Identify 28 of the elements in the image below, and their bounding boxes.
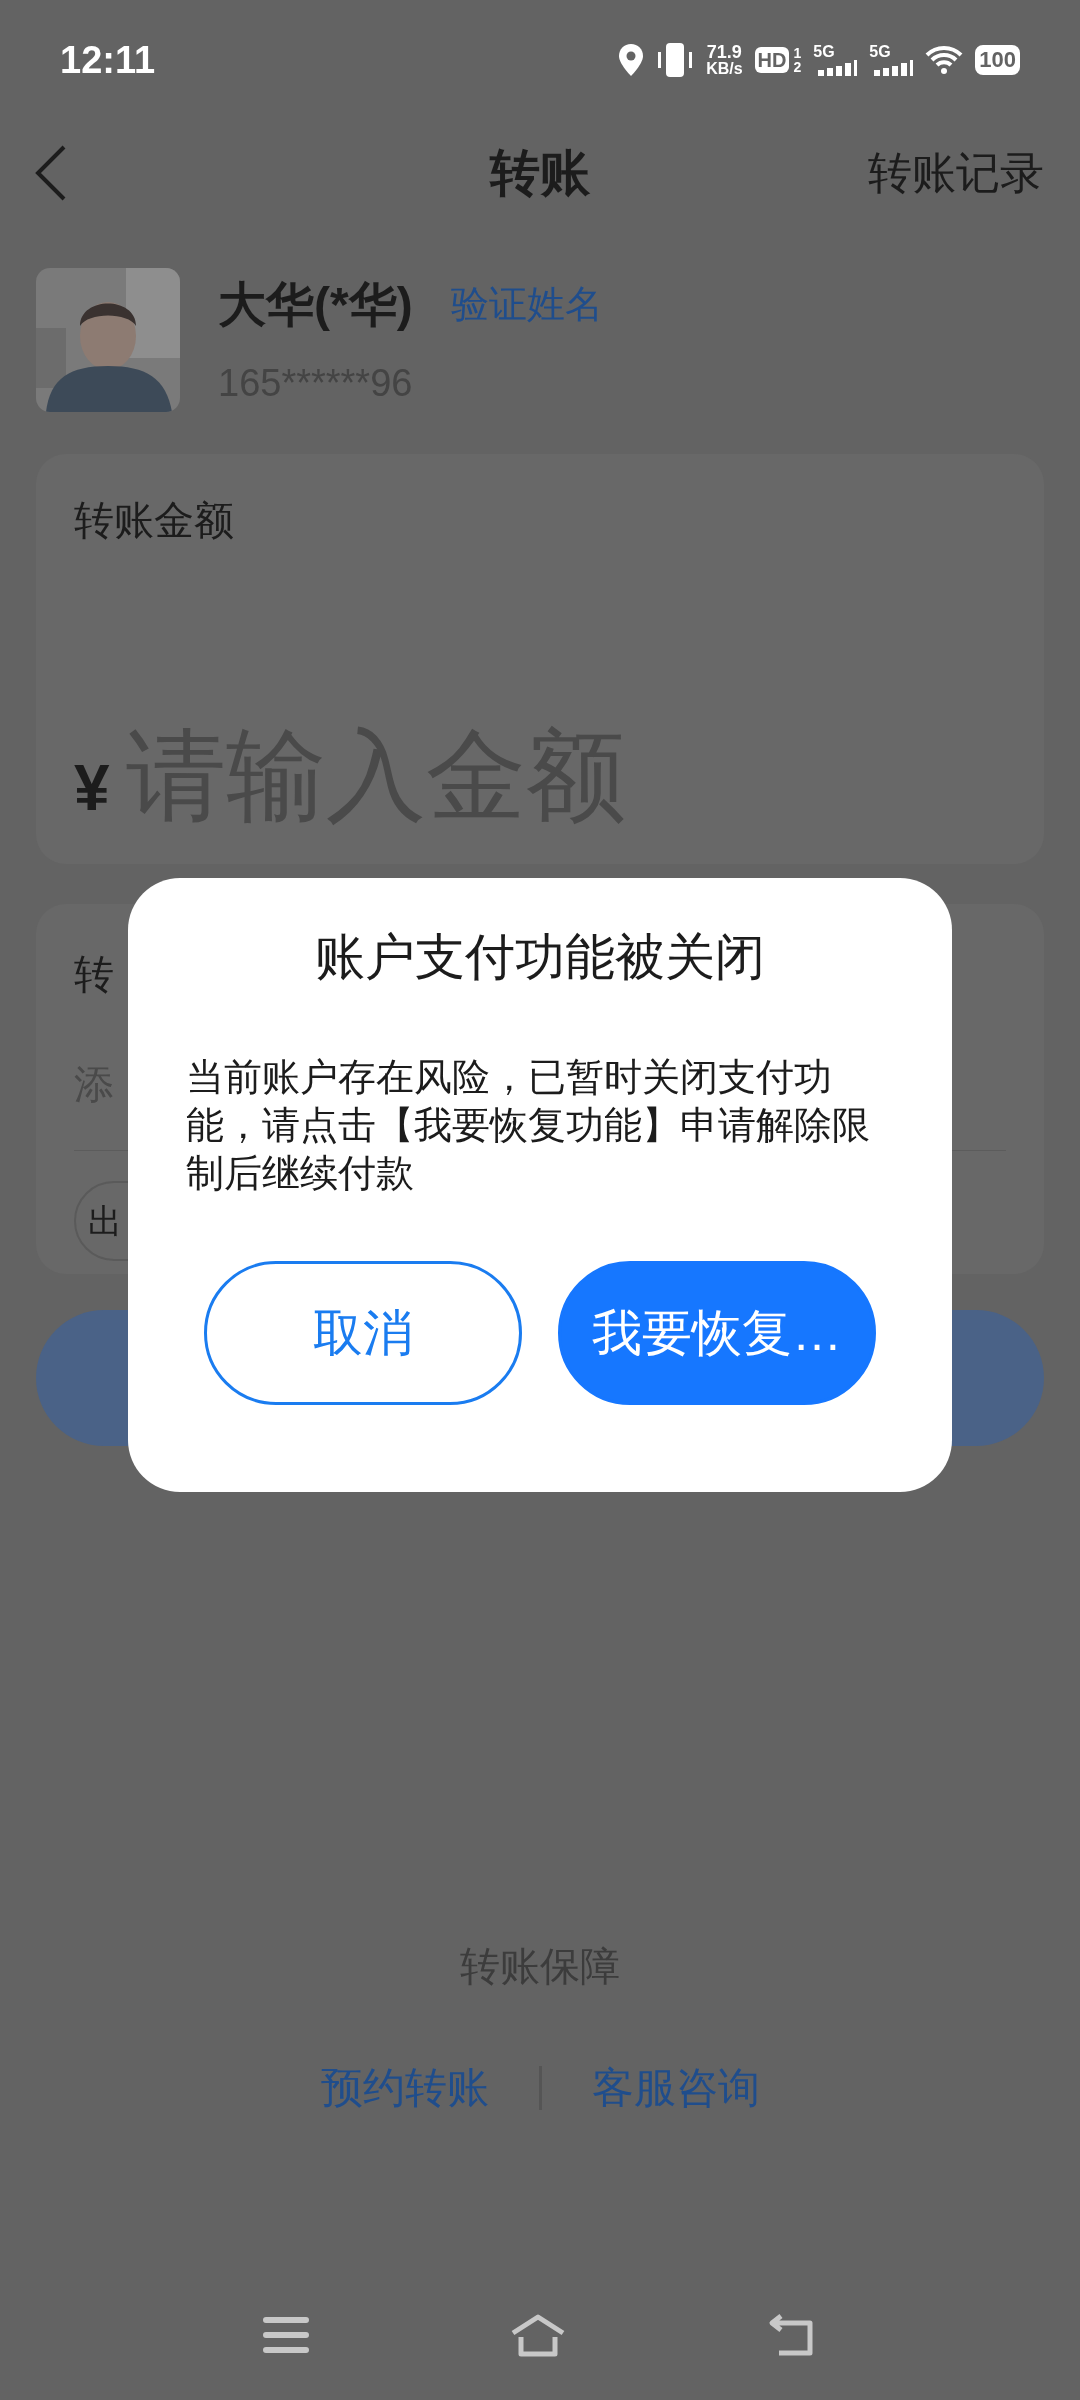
location-icon [618, 44, 645, 76]
cancel-button[interactable]: 取消 [204, 1261, 522, 1405]
remark-label: 转 [74, 951, 114, 998]
back-icon[interactable] [34, 145, 68, 201]
sim-number: 2 [793, 60, 802, 74]
network-type: 5G [869, 44, 892, 60]
hd-badge: HD [754, 47, 790, 73]
dialog-title: 账户支付功能被关闭 [315, 928, 765, 987]
footer-link[interactable]: 预约转账 [320, 2056, 489, 2119]
payee-name: 大华(*华) [218, 276, 413, 333]
amount-label: 转账金额 [74, 497, 235, 544]
menu-icon[interactable] [263, 2316, 309, 2354]
network-speed: 71.9 [706, 43, 742, 61]
network-type: 5G [813, 44, 836, 60]
currency-symbol: ¥ [74, 751, 110, 826]
vibrate-icon [656, 42, 695, 78]
page-title: 转账 [490, 143, 590, 203]
restore-button[interactable]: 我要恢复… [558, 1261, 876, 1405]
transfer-records-link[interactable]: 转账记录 [868, 140, 1044, 206]
wifi-icon [925, 45, 964, 75]
home-icon[interactable] [509, 2313, 567, 2357]
verify-name-link[interactable]: 验证姓名 [450, 276, 603, 333]
dialog-message: 当前账户存在风险，已暂时关闭支付功能，请点击【我要恢复功能】申请解除限制后继续付款 [186, 1055, 871, 1196]
battery-level: 100 [975, 45, 1020, 75]
speed-unit: KB/s [706, 61, 743, 77]
footer-link[interactable]: 客服咨询 [591, 2056, 760, 2119]
sim-number: 1 [793, 46, 802, 60]
clock-time: 12:11 [60, 37, 156, 83]
